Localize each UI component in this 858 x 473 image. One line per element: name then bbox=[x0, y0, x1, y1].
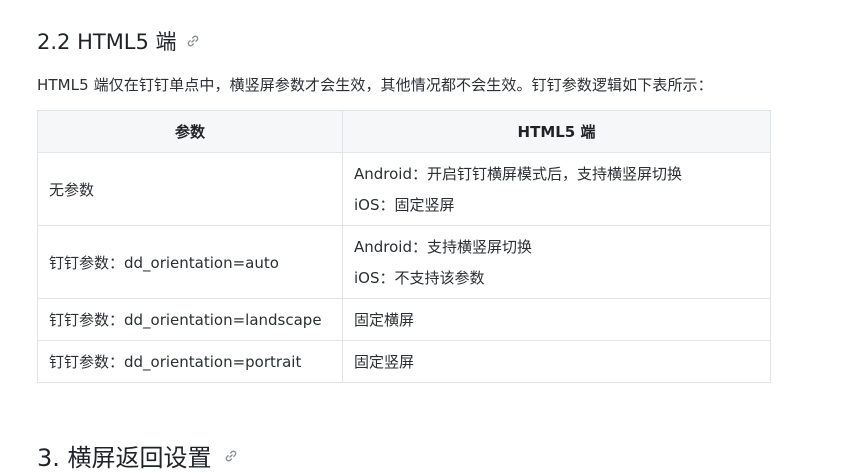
table-row: 钉钉参数：dd_orientation=auto Android：支持横竖屏切换… bbox=[37, 225, 771, 299]
column-header-html5: HTML5 端 bbox=[342, 110, 771, 153]
section-intro: HTML5 端仅在钉钉单点中，横竖屏参数才会生效，其他情况都不会生效。钉钉参数逻… bbox=[37, 76, 713, 94]
column-header-param: 参数 bbox=[37, 110, 343, 153]
link-icon[interactable] bbox=[186, 34, 200, 48]
html5-ios-line: iOS：固定竖屏 bbox=[354, 196, 455, 214]
table-row: 无参数 Android：开启钉钉横屏模式后，支持横竖屏切换 iOS：固定竖屏 bbox=[37, 152, 771, 226]
link-icon[interactable] bbox=[224, 449, 238, 463]
html5-android-line: Android：开启钉钉横屏模式后，支持横竖屏切换 bbox=[354, 165, 682, 183]
table-header-row: 参数 HTML5 端 bbox=[37, 110, 771, 153]
param-cell: 无参数 bbox=[37, 152, 343, 226]
html5-cell: Android：支持横竖屏切换 iOS：不支持该参数 bbox=[342, 225, 771, 299]
section-heading-text: 2.2 HTML5 端 bbox=[37, 30, 177, 54]
html5-cell: Android：开启钉钉横屏模式后，支持横竖屏切换 iOS：固定竖屏 bbox=[342, 152, 771, 226]
html5-cell: 固定竖屏 bbox=[342, 340, 771, 383]
table-row: 钉钉参数：dd_orientation=portrait 固定竖屏 bbox=[37, 340, 771, 383]
table-row: 钉钉参数：dd_orientation=landscape 固定横屏 bbox=[37, 298, 771, 341]
param-cell: 钉钉参数：dd_orientation=portrait bbox=[37, 340, 343, 383]
next-section-heading-text: 3. 横屏返回设置 bbox=[37, 444, 212, 472]
param-cell: 钉钉参数：dd_orientation=landscape bbox=[37, 298, 343, 341]
section-heading: 2.2 HTML5 端 bbox=[37, 27, 200, 55]
html5-android-line: Android：支持横竖屏切换 bbox=[354, 238, 532, 256]
html5-ios-line: iOS：不支持该参数 bbox=[354, 269, 485, 287]
orientation-params-table: 参数 HTML5 端 无参数 Android：开启钉钉横屏模式后，支持横竖屏切换… bbox=[37, 110, 771, 383]
html5-cell: 固定横屏 bbox=[342, 298, 771, 341]
next-section-heading: 3. 横屏返回设置 bbox=[37, 438, 238, 473]
param-cell: 钉钉参数：dd_orientation=auto bbox=[37, 225, 343, 299]
